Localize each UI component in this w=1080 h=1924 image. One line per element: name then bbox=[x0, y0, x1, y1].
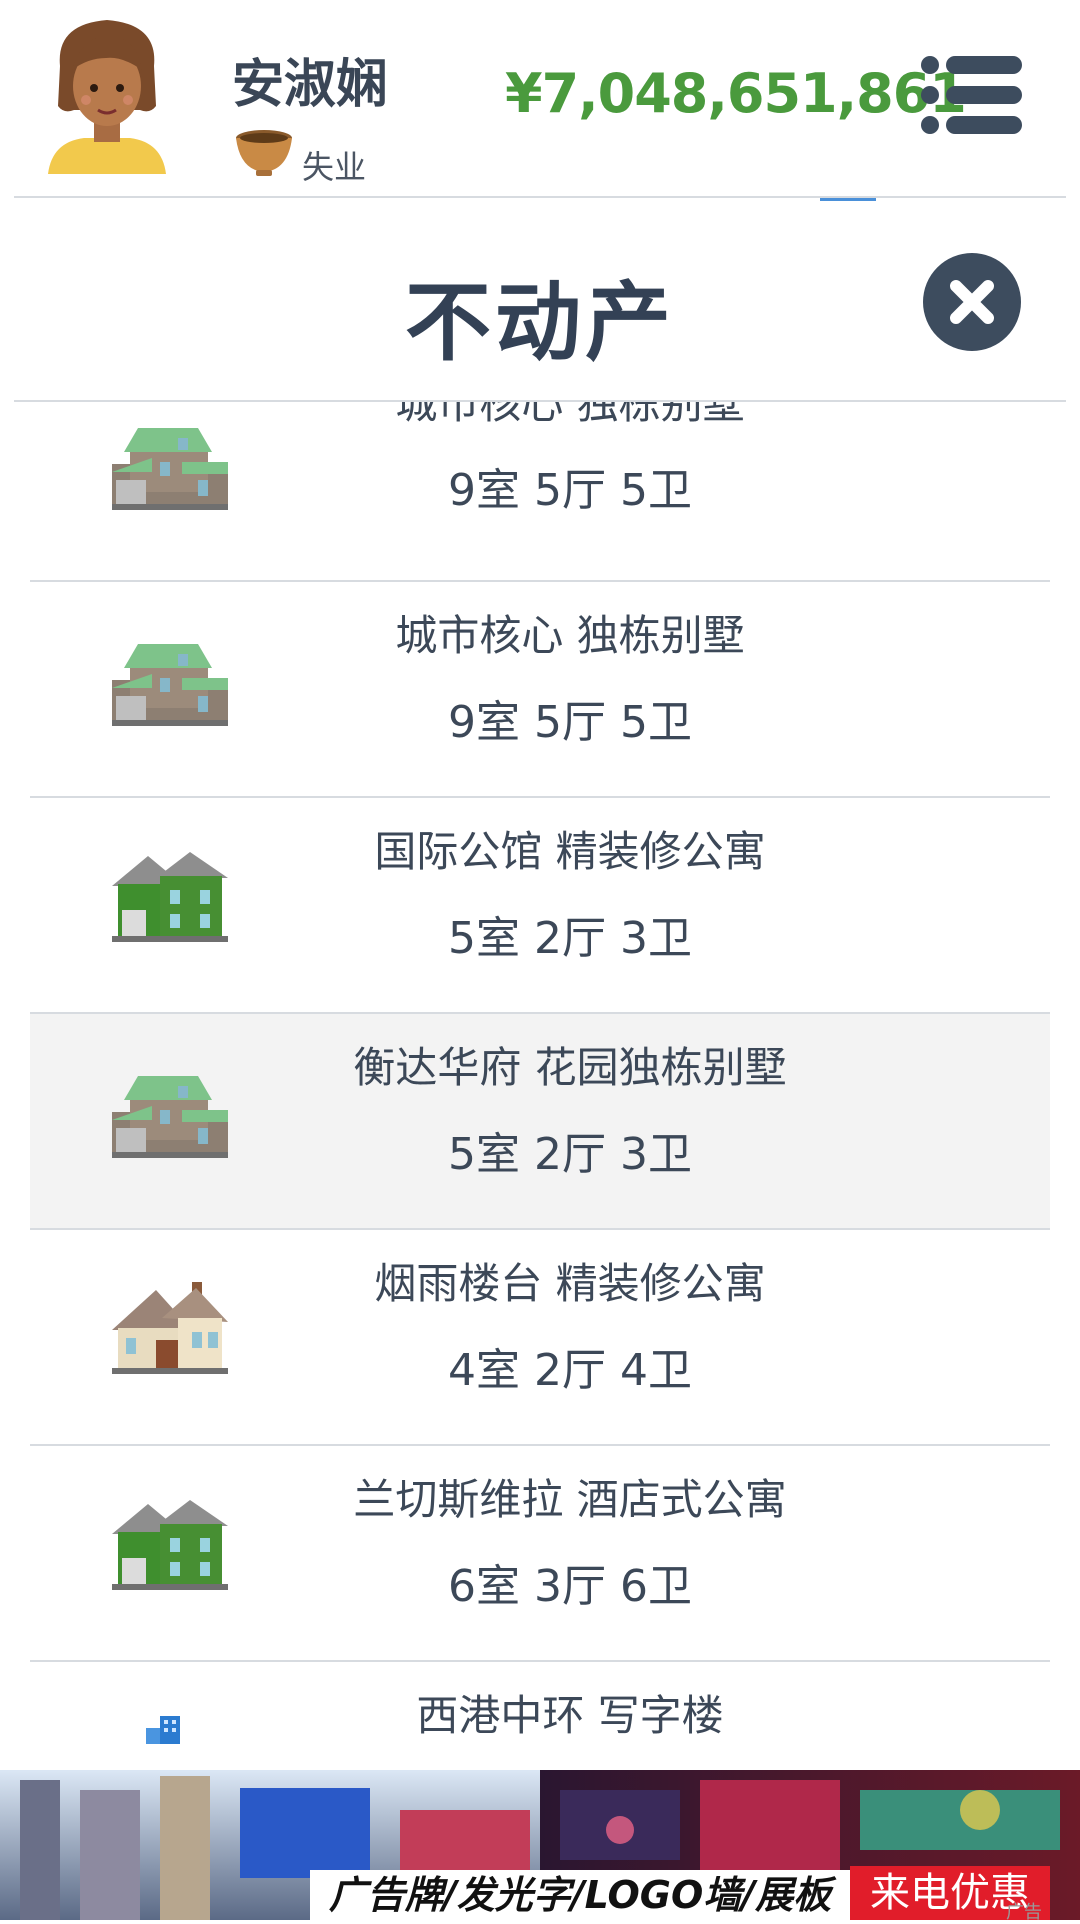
property-name: 烟雨楼台 精装修公寓 bbox=[374, 1259, 766, 1308]
bowl-icon bbox=[236, 130, 292, 176]
property-name: 衡达华府 花园独栋别墅 bbox=[353, 1043, 787, 1092]
money-balance: ¥7,048,651,861 bbox=[505, 62, 967, 125]
avatar[interactable] bbox=[42, 14, 172, 184]
property-rooms: 5室 2厅 3卫 bbox=[448, 1129, 692, 1180]
property-name: 国际公馆 精装修公寓 bbox=[374, 827, 766, 876]
scroll-indicator bbox=[820, 198, 876, 201]
property-item[interactable]: 城市核心 独栋别墅 9室 5厅 5卫 bbox=[30, 402, 1050, 582]
property-name: 城市核心 独栋别墅 bbox=[395, 402, 745, 428]
close-icon[interactable] bbox=[922, 252, 1022, 352]
page-title: 不动产 bbox=[405, 273, 675, 373]
property-item[interactable]: 兰切斯维拉 酒店式公寓 6室 3厅 6卫 bbox=[30, 1446, 1050, 1662]
property-item[interactable]: 烟雨楼台 精装修公寓 4室 2厅 4卫 bbox=[30, 1230, 1050, 1446]
property-name: 兰切斯维拉 酒店式公寓 bbox=[353, 1475, 787, 1524]
property-rooms: 4室 2厅 4卫 bbox=[448, 1345, 692, 1396]
property-name: 西港中环 写字楼 bbox=[416, 1691, 724, 1740]
ad-text: 广告牌/发光字/LOGO墙/展板 bbox=[310, 1870, 850, 1920]
ad-label: 广告 bbox=[1006, 1902, 1042, 1923]
property-item-selected[interactable]: 衡达华府 花园独栋别墅 5室 2厅 3卫 bbox=[30, 1014, 1050, 1230]
job-status-label: 失业 bbox=[302, 148, 367, 186]
property-item[interactable]: 国际公馆 精装修公寓 5室 2厅 3卫 bbox=[30, 798, 1050, 1014]
property-item[interactable]: 城市核心 独栋别墅 9室 5厅 5卫 bbox=[30, 582, 1050, 798]
top-bar: 安淑娴 失业 ¥7,048,651,861 bbox=[0, 0, 1080, 196]
property-rooms: 6室 3厅 6卫 bbox=[448, 1561, 692, 1612]
property-rooms: 9室 5厅 5卫 bbox=[448, 697, 692, 748]
property-rooms: 5室 2厅 3卫 bbox=[448, 913, 692, 964]
user-name: 安淑娴 bbox=[232, 55, 389, 115]
property-list[interactable]: 城市核心 独栋别墅 9室 5厅 5卫 城市核心 独栋别墅 9室 5厅 5卫 国际… bbox=[0, 402, 1080, 1770]
property-rooms: 9室 5厅 5卫 bbox=[448, 465, 692, 516]
property-name: 城市核心 独栋别墅 bbox=[395, 611, 745, 660]
header-divider bbox=[14, 196, 1066, 198]
list-menu-icon[interactable] bbox=[920, 55, 1024, 135]
property-item[interactable]: 西港中环 写字楼 bbox=[30, 1662, 1050, 1770]
ad-banner[interactable]: 广告牌/发光字/LOGO墙/展板 来电优惠 bbox=[0, 1770, 1080, 1920]
